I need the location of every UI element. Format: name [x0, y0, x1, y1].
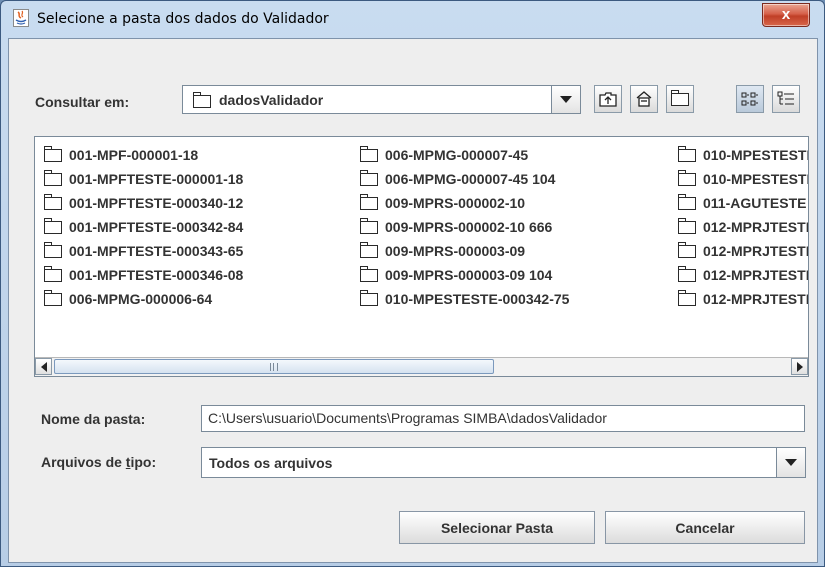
folder-icon [43, 265, 62, 282]
folder-icon [677, 145, 696, 162]
list-view-button[interactable] [736, 85, 764, 113]
folder-icon [43, 217, 62, 234]
folder-icon [43, 145, 62, 162]
arrow-right-icon [796, 361, 803, 372]
folder-icon [43, 241, 62, 258]
details-view-icon [777, 91, 794, 105]
scroll-left-button[interactable] [35, 358, 52, 375]
title-bar[interactable]: Selecione a pasta dos dados do Validador… [1, 1, 824, 37]
folder-icon [677, 193, 696, 210]
grip-icon [270, 362, 278, 371]
list-item[interactable]: 001-MPFTESTE-000342-84 [43, 215, 243, 239]
foldername-label: Nome da pasta: [41, 411, 146, 427]
list-item[interactable]: 006-MPMG-000007-45 104 [359, 167, 569, 191]
folder-icon [359, 217, 378, 234]
home-button[interactable] [630, 85, 658, 113]
scroll-right-button[interactable] [791, 358, 808, 375]
new-folder-button[interactable] [666, 85, 694, 113]
folder-icon [359, 193, 378, 210]
folder-icon [677, 265, 696, 282]
chevron-down-icon[interactable] [551, 86, 580, 113]
folder-icon [359, 265, 378, 282]
list-item[interactable]: 009-MPRS-000003-09 104 [359, 263, 569, 287]
dialog-window: Selecione a pasta dos dados do Validador… [0, 0, 825, 567]
foldername-input[interactable]: C:\Users\usuario\Documents\Programas SIM… [201, 405, 805, 432]
folder-icon [359, 241, 378, 258]
home-icon [636, 91, 652, 107]
list-item[interactable]: 009-MPRS-000002-10 666 [359, 215, 569, 239]
list-item[interactable]: 012-MPRJTESTE [677, 215, 808, 239]
list-item[interactable]: 001-MPF-000001-18 [43, 143, 243, 167]
list-item[interactable]: 012-MPRJTESTE [677, 287, 808, 311]
list-item[interactable]: 001-MPFTESTE-000340-12 [43, 191, 243, 215]
folder-icon [43, 169, 62, 186]
folder-icon [677, 169, 696, 186]
horizontal-scrollbar[interactable] [35, 357, 808, 376]
new-folder-icon [670, 89, 689, 106]
file-column-1: 001-MPF-000001-18 001-MPFTESTE-000001-18… [43, 143, 243, 311]
scrollbar-thumb[interactable] [54, 359, 494, 374]
up-one-level-icon [599, 92, 617, 107]
list-item[interactable]: 012-MPRJTESTE [677, 263, 808, 287]
folder-icon [359, 169, 378, 186]
filetype-label: Arquivos de tipo: [41, 454, 157, 470]
list-view-icon [741, 92, 758, 106]
list-item[interactable]: 001-MPFTESTE-000001-18 [43, 167, 243, 191]
list-item[interactable]: 012-MPRJTESTE [677, 239, 808, 263]
list-item[interactable]: 010-MPESTESTE-000342-75 [359, 287, 569, 311]
file-list[interactable]: 001-MPF-000001-18 001-MPFTESTE-000001-18… [34, 136, 809, 377]
folder-icon [677, 241, 696, 258]
list-item[interactable]: 006-MPMG-000006-64 [43, 287, 243, 311]
file-column-3: 010-MPESTESTE-000342-75 010-MPESTESTE-00… [677, 143, 808, 311]
lookin-value: dadosValidador [219, 92, 324, 108]
select-folder-button[interactable]: Selecionar Pasta [399, 511, 595, 544]
list-item[interactable]: 001-MPFTESTE-000343-65 [43, 239, 243, 263]
close-icon: x [781, 6, 791, 23]
arrow-left-icon [40, 361, 47, 372]
lookin-label: Consultar em: [35, 94, 130, 110]
up-one-level-button[interactable] [594, 85, 622, 113]
folder-icon [677, 289, 696, 306]
list-item[interactable]: 006-MPMG-000007-45 [359, 143, 569, 167]
folder-icon [43, 289, 62, 306]
chevron-down-icon[interactable] [776, 448, 805, 477]
filetype-combo[interactable]: Todos os arquivos [201, 447, 806, 478]
list-item[interactable]: 011-AGUTESTE [677, 191, 808, 215]
java-app-icon [13, 9, 29, 27]
lookin-combo[interactable]: dadosValidador [182, 85, 581, 114]
folder-icon [359, 145, 378, 162]
folder-icon [677, 217, 696, 234]
list-item[interactable]: 001-MPFTESTE-000346-08 [43, 263, 243, 287]
details-view-button[interactable] [772, 85, 800, 113]
list-item[interactable]: 009-MPRS-000002-10 [359, 191, 569, 215]
folder-icon [43, 193, 62, 210]
file-column-2: 006-MPMG-000007-45 006-MPMG-000007-45 10… [359, 143, 569, 311]
close-button[interactable]: x [762, 3, 810, 27]
folder-icon [359, 289, 378, 306]
list-item[interactable]: 010-MPESTESTE-000342-75 [677, 167, 808, 191]
window-title: Selecione a pasta dos dados do Validador [37, 11, 329, 27]
filetype-value: Todos os arquivos [209, 455, 333, 471]
list-item[interactable]: 010-MPESTESTE-000342-75 [677, 143, 808, 167]
folder-icon [192, 92, 211, 108]
cancel-button[interactable]: Cancelar [605, 511, 805, 544]
list-item[interactable]: 009-MPRS-000003-09 [359, 239, 569, 263]
